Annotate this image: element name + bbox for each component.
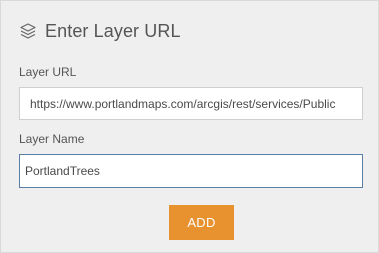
layer-name-label: Layer Name <box>19 132 85 146</box>
panel-title: Enter Layer URL <box>45 20 181 41</box>
add-button[interactable]: ADD <box>169 205 234 240</box>
add-layer-panel: Enter Layer URL Layer URL Layer Name ADD <box>0 0 379 253</box>
layer-url-input[interactable] <box>19 87 363 120</box>
layers-icon <box>19 22 37 40</box>
layer-name-input[interactable] <box>19 154 363 188</box>
panel-header: Enter Layer URL <box>19 19 181 43</box>
layer-url-label: Layer URL <box>19 65 77 79</box>
